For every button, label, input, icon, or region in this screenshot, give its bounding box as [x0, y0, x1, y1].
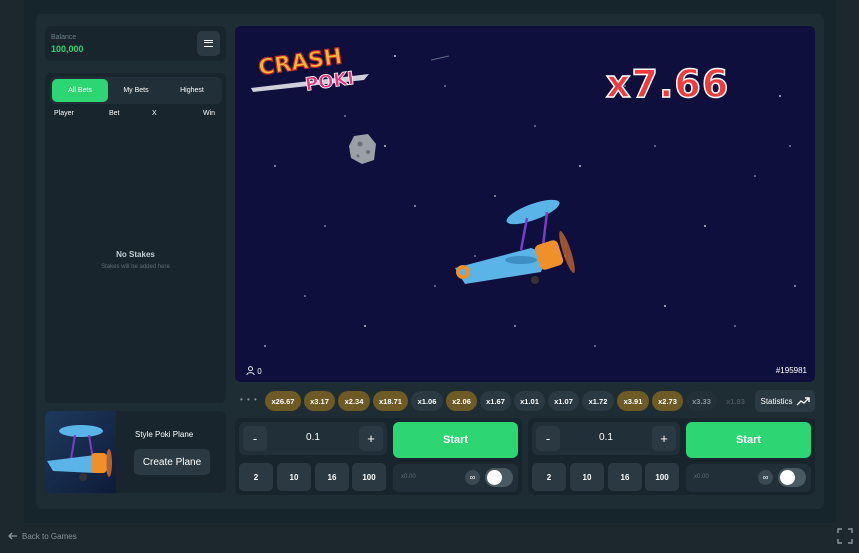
- history-chip: x3.91: [617, 391, 649, 411]
- auto-toggle[interactable]: [778, 468, 806, 487]
- quick-bet-button[interactable]: 100: [352, 463, 386, 491]
- balance-label: Balance: [51, 34, 77, 41]
- balance-card: Balance 100,000: [45, 26, 226, 61]
- auto-cashout-field[interactable]: x0.00 ∞: [393, 464, 518, 492]
- decrease-button[interactable]: -: [536, 426, 560, 451]
- back-arrow-icon: [8, 532, 17, 540]
- quick-bet-button[interactable]: 10: [277, 463, 311, 491]
- statistics-label: Statistics: [760, 396, 793, 406]
- quick-bet-button[interactable]: 2: [532, 463, 566, 491]
- history-chip: x18.71: [373, 391, 408, 411]
- quick-bet-button[interactable]: 10: [570, 463, 604, 491]
- decrease-button[interactable]: -: [243, 426, 267, 451]
- game-canvas: CRASH POKI x7.66 0 #195981: [235, 26, 815, 382]
- history-chip: x1.83: [726, 396, 745, 406]
- history-chip: x3.17: [304, 391, 335, 411]
- column-bet: Bet: [109, 110, 120, 117]
- bet-panel-2: - 0.1 + Start 2 10 16 100 x0.00 ∞: [528, 418, 815, 495]
- empty-subtitle: Stakes will be added here: [101, 264, 170, 270]
- balance-value: 100,000: [51, 44, 84, 54]
- history-chip: x1.01: [514, 391, 545, 411]
- user-icon: [246, 366, 255, 376]
- history-chip: x1.06: [411, 391, 443, 411]
- crash-poki-logo: CRASH POKI: [251, 44, 369, 96]
- start-button[interactable]: Start: [686, 422, 811, 458]
- auto-cashout-placeholder: x0.00: [694, 474, 709, 480]
- history-chip: x26.67: [265, 391, 301, 411]
- bet-amount-value[interactable]: 0.1: [269, 432, 357, 443]
- plane-thumbnail-art: [47, 425, 112, 481]
- bets-tabs: All Bets My Bets Highest: [50, 77, 222, 104]
- bet-amount-stepper: - 0.1 +: [532, 422, 680, 455]
- history-chip: x2.06: [446, 391, 477, 411]
- plane-thumbnail: [45, 411, 116, 493]
- bets-panel: All Bets My Bets Highest Player Bet X Wi…: [45, 73, 226, 403]
- increase-button[interactable]: +: [652, 426, 676, 451]
- biplane: [455, 199, 575, 284]
- bet-panel-1: - 0.1 + Start 2 10 16 100 x0.00 ∞: [235, 418, 522, 495]
- player-count-value: 0: [257, 367, 262, 376]
- asteroid: [349, 134, 376, 164]
- column-player: Player: [54, 110, 74, 117]
- player-count: 0: [246, 366, 262, 376]
- trending-up-icon: [796, 396, 810, 405]
- multiplier-display: x7.66: [605, 61, 730, 107]
- menu-button[interactable]: [197, 31, 220, 56]
- statistics-button[interactable]: Statistics: [755, 390, 815, 412]
- fullscreen-icon[interactable]: [837, 528, 853, 544]
- infinity-icon[interactable]: ∞: [465, 470, 480, 485]
- tab-all-bets[interactable]: All Bets: [52, 79, 108, 102]
- round-id: #195981: [775, 366, 807, 375]
- quick-bet-button[interactable]: 100: [645, 463, 679, 491]
- history-chip: x1.67: [480, 391, 511, 411]
- auto-cashout-field[interactable]: x0.00 ∞: [686, 464, 811, 492]
- multiplier-history: • • • x26.67 x3.17 x2.34 x18.71 x1.06 x2…: [235, 390, 815, 412]
- tab-my-bets[interactable]: My Bets: [108, 79, 164, 102]
- history-chip: x2.34: [338, 391, 370, 411]
- history-chip: x2.73: [652, 391, 683, 411]
- history-more-dots[interactable]: • • •: [240, 395, 258, 404]
- bet-amount-stepper: - 0.1 +: [239, 422, 387, 455]
- tab-highest[interactable]: Highest: [164, 79, 220, 102]
- footer-bar: Back to Games: [0, 523, 859, 553]
- promo-title: Style Poki Plane: [135, 430, 194, 439]
- menu-icon: [204, 40, 213, 47]
- start-button[interactable]: Start: [393, 422, 518, 458]
- back-to-games-link[interactable]: Back to Games: [8, 531, 77, 541]
- bet-amount-value[interactable]: 0.1: [562, 432, 650, 443]
- auto-toggle[interactable]: [485, 468, 513, 487]
- quick-bet-button[interactable]: 16: [608, 463, 642, 491]
- column-x: X: [152, 110, 157, 117]
- column-win: Win: [203, 110, 216, 117]
- empty-title: No Stakes: [116, 250, 155, 259]
- back-to-games-label: Back to Games: [22, 531, 77, 541]
- infinity-icon[interactable]: ∞: [758, 470, 773, 485]
- plane-promo: Style Poki Plane Create Plane: [45, 411, 226, 493]
- auto-cashout-placeholder: x0.00: [401, 474, 416, 480]
- history-chip: x1.07: [548, 391, 579, 411]
- quick-bet-button[interactable]: 2: [239, 463, 273, 491]
- increase-button[interactable]: +: [359, 426, 383, 451]
- quick-bet-button[interactable]: 16: [315, 463, 349, 491]
- create-plane-button[interactable]: Create Plane: [134, 449, 210, 475]
- history-chip: x3.33: [686, 391, 717, 411]
- history-chip: x1.72: [582, 391, 614, 411]
